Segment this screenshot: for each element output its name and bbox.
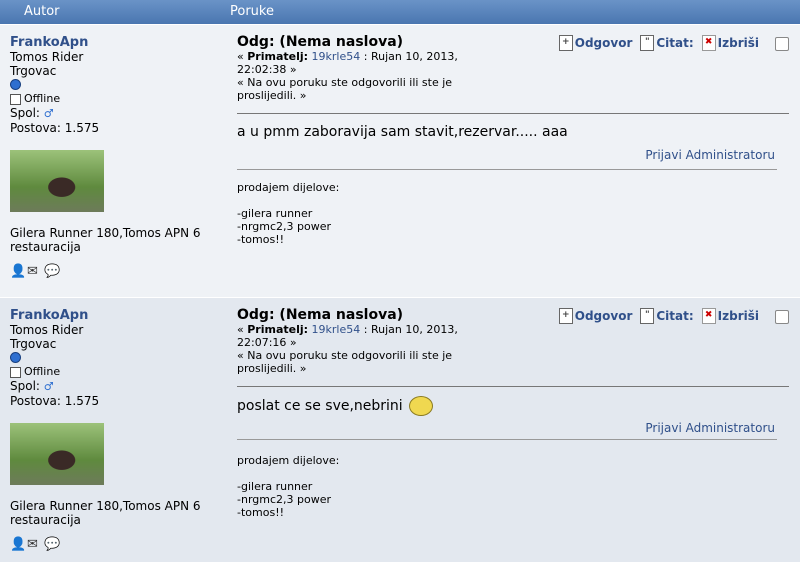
recipient-link[interactable]: 19krle54 <box>312 323 361 336</box>
email-icon[interactable]: ✉ <box>27 538 41 552</box>
separator <box>237 113 789 114</box>
delete-icon: ✖ <box>701 35 716 51</box>
avatar <box>10 150 104 212</box>
post-body: a u pmm zaboravija sam stavit,rezervar..… <box>237 124 568 140</box>
forwarded-note: « Na ovu poruku ste odgovorili ili ste j… <box>237 76 453 102</box>
signature-line: prodajem dijelove: <box>237 181 340 194</box>
profile-icon[interactable]: 👤 <box>10 265 26 279</box>
reply-label: Odgovor <box>574 309 633 323</box>
author-location: Trgovac <box>10 337 57 351</box>
post-actions: + Odgovor " Citat: ✖ Izbriši <box>558 35 759 51</box>
delete-button[interactable]: ✖ Izbriši <box>701 35 759 51</box>
signature-gap <box>237 194 339 207</box>
reply-icon: + <box>558 308 573 324</box>
signature-separator <box>237 439 777 440</box>
signature-line: -tomos!! <box>237 233 285 246</box>
author-name-link[interactable]: FrankoApn <box>10 308 222 323</box>
post-meta: « Primatelj: 19krle54 : Rujan 10, 2013, … <box>237 50 507 76</box>
signature-line: -gilera runner <box>237 207 313 220</box>
column-header-messages: Poruke <box>230 4 274 19</box>
signature-line: -nrgmc2,3 power <box>237 220 332 233</box>
meta-prefix: « <box>237 323 244 336</box>
signature-line: prodajem dijelove: <box>237 454 340 467</box>
recipient-label: Primatelj: <box>247 50 309 63</box>
signature-gap <box>237 467 339 480</box>
post-body: poslat ce se sve,nebrini <box>237 398 403 414</box>
email-icon[interactable]: ✉ <box>27 265 41 279</box>
message-panel: Odg: (Nema naslova) « Primatelj: 19krle5… <box>237 308 789 519</box>
recipient-link[interactable]: 19krle54 <box>312 50 361 63</box>
separator <box>237 386 789 387</box>
offline-icon <box>10 366 21 378</box>
author-rank: Tomos Rider <box>10 50 84 64</box>
author-bike: Gilera Runner 180,Tomos APN 6 restauraci… <box>10 226 201 254</box>
delete-label: Izbriši <box>717 36 759 50</box>
post-body-row: poslat ce se sve,nebrini <box>237 396 433 416</box>
post: FrankoApn Tomos Rider Trgovac Offline Sp… <box>0 298 800 562</box>
report-link[interactable]: Prijavi Administratoru <box>645 421 775 435</box>
male-icon: ♂ <box>43 107 54 120</box>
post-count: Postova: 1.575 <box>10 394 100 408</box>
offline-icon <box>10 93 21 105</box>
pm-icon[interactable]: 💬 <box>44 265 60 279</box>
author-rank: Tomos Rider <box>10 323 84 337</box>
author-bike: Gilera Runner 180,Tomos APN 6 restauraci… <box>10 499 201 527</box>
report-link[interactable]: Prijavi Administratoru <box>645 148 775 162</box>
gender-label: Spol: <box>10 379 40 393</box>
author-location: Trgovac <box>10 64 57 78</box>
avatar <box>10 423 104 485</box>
profile-icons: 👤 ✉ 💬 <box>10 265 60 279</box>
quote-button[interactable]: " Citat: <box>640 308 694 324</box>
reply-button[interactable]: + Odgovor <box>558 35 633 51</box>
delete-label: Izbriši <box>717 309 759 323</box>
signature-line: -tomos!! <box>237 506 285 519</box>
status-row: Offline <box>10 365 222 379</box>
post: FrankoApn Tomos Rider Trgovac Offline Sp… <box>0 25 800 297</box>
status-text: Offline <box>24 365 61 378</box>
gender-label: Spol: <box>10 106 40 120</box>
post-count: Postova: 1.575 <box>10 121 100 135</box>
signature-separator <box>237 169 777 170</box>
delete-button[interactable]: ✖ Izbriši <box>701 308 759 324</box>
quote-label: Citat: <box>656 309 694 323</box>
author-name-link[interactable]: FrankoApn <box>10 35 222 50</box>
reply-label: Odgovor <box>574 36 633 50</box>
status-row: Offline <box>10 92 222 106</box>
status-text: Offline <box>24 92 61 105</box>
quote-icon: " <box>640 35 655 51</box>
reply-button[interactable]: + Odgovor <box>558 308 633 324</box>
select-post-checkbox[interactable] <box>775 310 789 324</box>
message-panel: Odg: (Nema naslova) « Primatelj: 19krle5… <box>237 35 789 246</box>
quote-icon: " <box>640 308 655 324</box>
delete-icon: ✖ <box>701 308 716 324</box>
author-panel: FrankoApn Tomos Rider Trgovac Offline Sp… <box>10 308 222 552</box>
signature-line: -gilera runner <box>237 480 313 493</box>
rank-icon <box>10 352 21 363</box>
forwarded-note: « Na ovu poruku ste odgovorili ili ste j… <box>237 349 453 375</box>
gender-row: Spol: ♂ <box>10 106 222 121</box>
profile-icon[interactable]: 👤 <box>10 538 26 552</box>
pm-icon[interactable]: 💬 <box>44 538 60 552</box>
quote-button[interactable]: " Citat: <box>640 35 694 51</box>
rank-icon <box>10 79 21 90</box>
forum-thread: Autor Poruke FrankoApn Tomos Rider Trgov… <box>0 0 800 562</box>
post-meta: « Primatelj: 19krle54 : Rujan 10, 2013, … <box>237 323 507 349</box>
author-panel: FrankoApn Tomos Rider Trgovac Offline Sp… <box>10 35 222 279</box>
signature-line: -nrgmc2,3 power <box>237 493 332 506</box>
thumbs-up-smiley-icon <box>408 396 433 416</box>
quote-label: Citat: <box>656 36 694 50</box>
signature: prodajem dijelove: -gilera runner -nrgmc… <box>237 181 339 246</box>
male-icon: ♂ <box>43 380 54 393</box>
meta-prefix: « <box>237 50 244 63</box>
post-actions: + Odgovor " Citat: ✖ Izbriši <box>558 308 759 324</box>
profile-icons: 👤 ✉ 💬 <box>10 538 60 552</box>
table-header: Autor Poruke <box>0 0 800 24</box>
recipient-label: Primatelj: <box>247 323 309 336</box>
column-header-author: Autor <box>24 4 60 19</box>
gender-row: Spol: ♂ <box>10 379 222 394</box>
reply-icon: + <box>558 35 573 51</box>
select-post-checkbox[interactable] <box>775 37 789 51</box>
signature: prodajem dijelove: -gilera runner -nrgmc… <box>237 454 339 519</box>
